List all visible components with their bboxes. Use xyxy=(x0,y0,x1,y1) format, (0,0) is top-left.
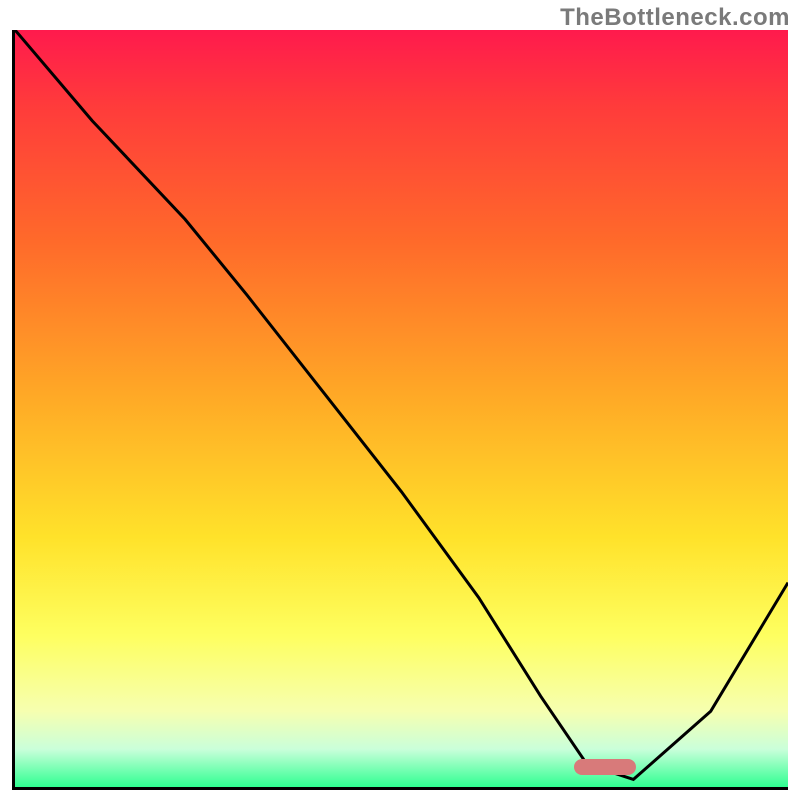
optimal-marker xyxy=(574,759,636,775)
plot-area xyxy=(12,30,788,790)
bottleneck-curve xyxy=(15,30,788,787)
attribution-text: TheBottleneck.com xyxy=(560,4,790,32)
chart-container: TheBottleneck.com xyxy=(0,0,800,800)
